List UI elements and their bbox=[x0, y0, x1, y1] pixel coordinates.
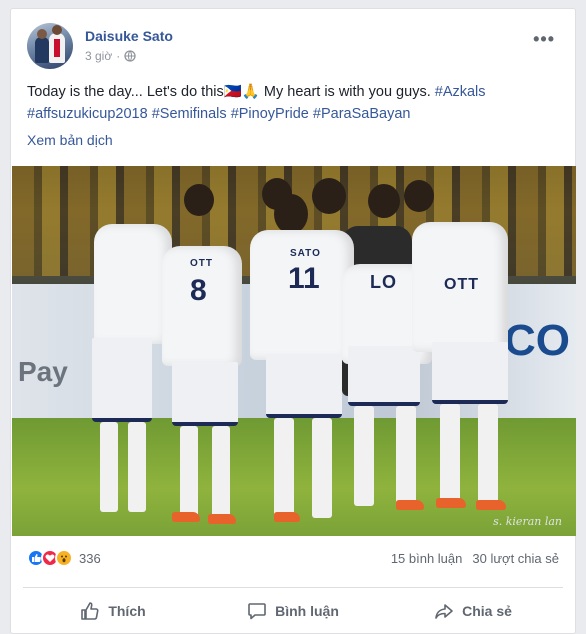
see-translation-link[interactable]: Xem bản dịch bbox=[27, 132, 113, 148]
jersey-number: 11 bbox=[288, 262, 320, 295]
like-button[interactable]: Thích bbox=[23, 591, 203, 631]
comment-button[interactable]: Bình luận bbox=[203, 591, 383, 631]
engagement-counts: 15 bình luận 30 lượt chia sẻ bbox=[391, 551, 559, 566]
globe-icon[interactable] bbox=[124, 50, 136, 62]
author-name[interactable]: Daisuke Sato bbox=[85, 28, 173, 44]
philippines-flag-emoji: 🇵🇭 bbox=[223, 84, 242, 100]
hashtag-parasabayan[interactable]: #ParaSaBayan bbox=[313, 106, 411, 122]
post-header: Daisuke Sato 3 giờ · ••• bbox=[27, 23, 563, 71]
wow-icon bbox=[55, 549, 73, 567]
jersey-name: LO bbox=[370, 272, 397, 292]
avatar[interactable] bbox=[27, 23, 73, 69]
thumbs-up-icon bbox=[80, 601, 100, 621]
share-count[interactable]: 30 lượt chia sẻ bbox=[472, 551, 559, 566]
hashtag-pinoypride[interactable]: #PinoyPride bbox=[231, 106, 309, 122]
comment-count[interactable]: 15 bình luận bbox=[391, 551, 463, 566]
jersey-name: OTT bbox=[444, 276, 479, 293]
board-text-left: Pay bbox=[18, 356, 68, 387]
hashtag-azkals[interactable]: #Azkals bbox=[435, 84, 486, 100]
jersey-number: 8 bbox=[190, 274, 207, 307]
more-options-icon[interactable]: ••• bbox=[533, 29, 555, 50]
divider bbox=[23, 587, 563, 588]
share-label: Chia sẻ bbox=[462, 603, 512, 619]
photographer-signature: s. kieran lan bbox=[493, 515, 562, 528]
reactions-summary[interactable]: 336 bbox=[27, 549, 101, 567]
action-bar: Thích Bình luận Chia sẻ bbox=[23, 591, 563, 631]
comment-icon bbox=[247, 601, 267, 621]
post-text: Today is the day... Let's do this🇵🇭🙏 My … bbox=[27, 81, 557, 125]
comment-label: Bình luận bbox=[275, 603, 339, 619]
post-photo[interactable]: Pay CO OTT 8 SATO 11 LO OTT s. kieran la… bbox=[12, 166, 576, 536]
post-text-intro: Today is the day... Let's do this bbox=[27, 84, 224, 100]
post-card: Daisuke Sato 3 giờ · ••• Today is the da… bbox=[10, 8, 576, 634]
hashtag-affsuzukicup2018[interactable]: #affsuzukicup2018 bbox=[27, 106, 148, 122]
board-text-right: CO bbox=[504, 316, 570, 365]
post-time[interactable]: 3 giờ bbox=[85, 49, 112, 63]
jersey-name: OTT bbox=[190, 258, 213, 269]
pray-emoji: 🙏 bbox=[241, 84, 260, 100]
post-text-mid: My heart is with you guys. bbox=[259, 84, 435, 100]
share-button[interactable]: Chia sẻ bbox=[383, 591, 563, 631]
jersey-name: SATO bbox=[290, 248, 321, 259]
share-icon bbox=[434, 601, 454, 621]
reaction-count: 336 bbox=[79, 550, 101, 566]
player bbox=[94, 224, 172, 344]
post-meta: 3 giờ · bbox=[85, 49, 136, 63]
hashtag-semifinals[interactable]: #Semifinals bbox=[152, 106, 227, 122]
like-label: Thích bbox=[108, 603, 146, 619]
